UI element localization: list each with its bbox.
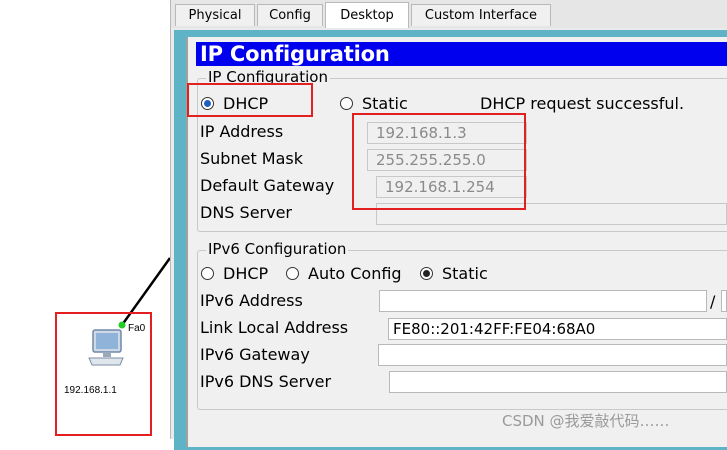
tab-desktop[interactable]: Desktop <box>325 2 409 28</box>
ipv6-dns-server-field[interactable] <box>389 371 727 393</box>
ipv4-static-radio[interactable] <box>340 97 353 110</box>
ipv6-static-label[interactable]: Static <box>442 264 488 283</box>
watermark-text: CSDN @我爱敲代码…… <box>502 412 670 430</box>
ipv4-static-label[interactable]: Static <box>362 94 408 113</box>
ip-configuration-titlebar: IP Configuration <box>196 42 727 66</box>
pc-ip-label: 192.168.1.1 <box>64 385 117 396</box>
tab-config[interactable]: Config <box>257 4 323 26</box>
pc-icon[interactable] <box>87 328 125 368</box>
prefix-separator: / <box>710 292 716 311</box>
ipv6-auto-config-label[interactable]: Auto Config <box>308 264 402 283</box>
subnet-mask-label: Subnet Mask <box>200 149 304 168</box>
ipv6-gateway-field[interactable] <box>378 344 727 366</box>
tab-custom-interface[interactable]: Custom Interface <box>411 4 551 26</box>
default-gateway-label: Default Gateway <box>200 176 335 195</box>
dhcp-status-text: DHCP request successful. <box>480 94 685 113</box>
ipv6-group-legend: IPv6 Configuration <box>206 240 349 258</box>
highlight-box-ip-settings <box>352 113 526 210</box>
tab-bar: Physical Config Desktop Custom Interface <box>171 0 727 28</box>
ipv6-address-label: IPv6 Address <box>200 291 303 310</box>
link-local-address-label: Link Local Address <box>200 318 349 337</box>
tab-physical[interactable]: Physical <box>175 4 255 26</box>
link-local-address-field[interactable]: FE80::201:42FF:FE04:68A0 <box>388 318 727 340</box>
highlight-box-dhcp <box>187 83 313 117</box>
port-label: Fa0 <box>128 323 146 334</box>
ipv6-dhcp-radio[interactable] <box>201 267 214 280</box>
ip-configuration-title: IP Configuration <box>200 42 390 66</box>
ip-address-label: IP Address <box>200 122 284 141</box>
ipv6-static-radio[interactable] <box>420 267 433 280</box>
ipv6-address-field[interactable] <box>379 290 707 312</box>
prefix-length-field[interactable] <box>721 290 727 312</box>
ipv6-dhcp-label[interactable]: DHCP <box>223 264 268 283</box>
ipv6-auto-config-radio[interactable] <box>286 267 299 280</box>
ipv6-dns-server-label: IPv6 DNS Server <box>200 372 332 391</box>
dns-server-label: DNS Server <box>200 203 292 222</box>
ipv6-gateway-label: IPv6 Gateway <box>200 345 310 364</box>
topology-workspace[interactable]: Fa0 192.168.1.1 <box>0 0 170 439</box>
